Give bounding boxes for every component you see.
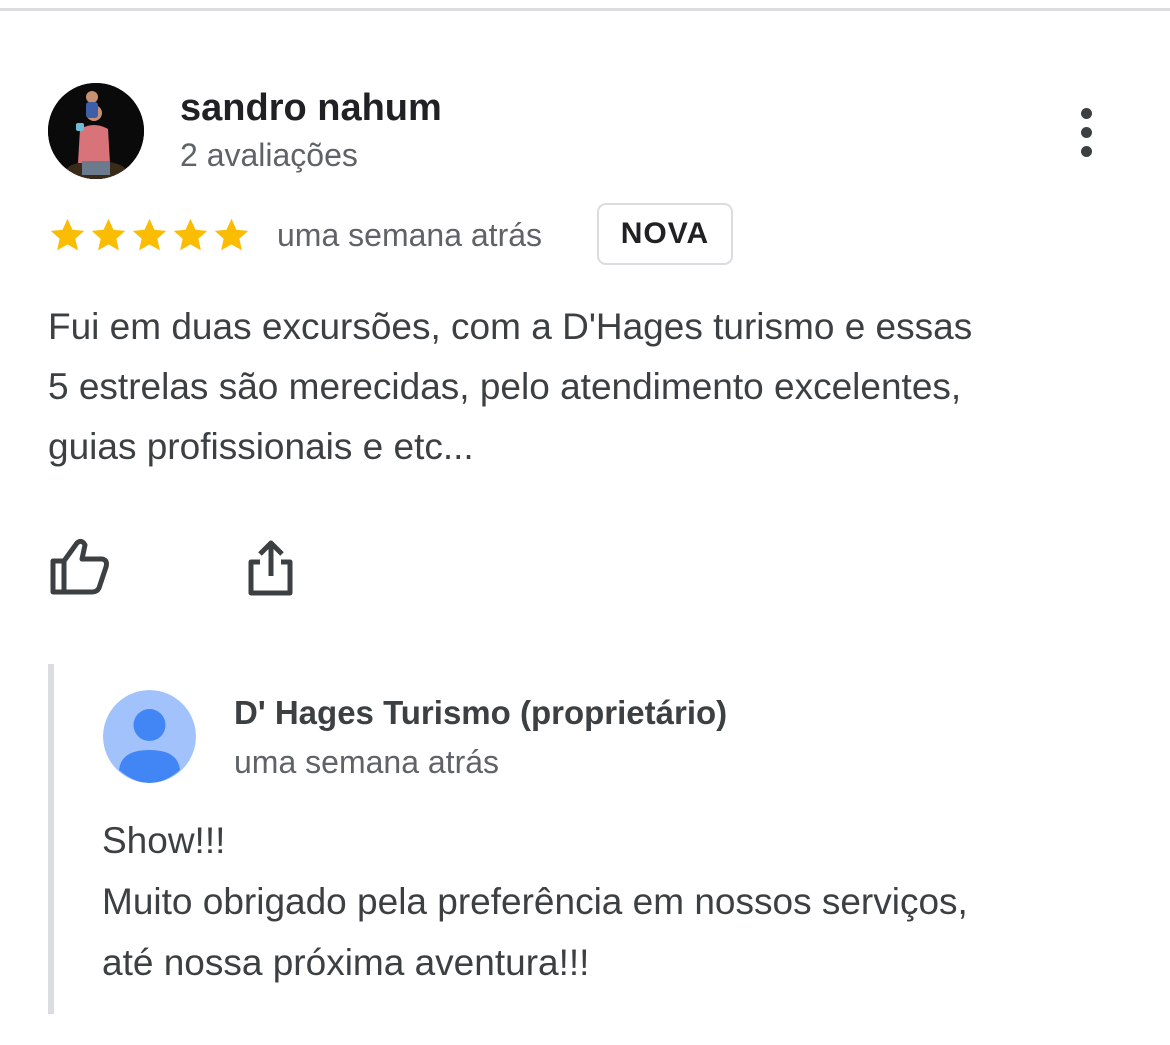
owner-reply-text: Show!!! Muito obrigado pela preferência … [102,810,1152,993]
star-icon [173,218,208,251]
reviewer-name[interactable]: sandro nahum [180,86,442,130]
owner-reply-date: uma semana atrás [234,744,500,780]
more-options-button[interactable] [1060,100,1112,164]
star-icon [214,218,249,251]
new-badge: NOVA [597,203,733,265]
star-icon [91,218,126,251]
review-text-line: 5 estrelas são merecidas, pelo atendimen… [48,366,962,407]
star-icon [50,218,85,251]
reviewer-review-count[interactable]: 2 avaliações [180,135,358,175]
review-text-line: Fui em duas excursões, com a D'Hages tur… [48,306,973,347]
star-icon [132,218,167,251]
reviewer-avatar[interactable] [48,83,144,179]
review-text-line: guias profissionais e etc... [48,426,474,467]
top-divider [0,8,1170,11]
reply-indent-bar [48,664,54,1014]
default-person-icon [103,690,196,783]
share-button[interactable] [238,536,304,602]
more-vert-icon [1080,107,1092,119]
owner-name[interactable]: D' Hages Turismo (proprietário) [234,693,727,733]
owner-reply-line: Muito obrigado pela preferência em nosso… [102,881,968,922]
star-rating [47,212,252,258]
share-icon [248,540,293,596]
owner-reply-line: até nossa próxima aventura!!! [102,942,590,983]
reviewer-photo [48,83,144,179]
like-button[interactable] [44,534,116,600]
review-date: uma semana atrás [277,217,543,253]
owner-reply-line: Show!!! [102,820,226,861]
review-text: Fui em duas excursões, com a D'Hages tur… [48,297,1138,477]
more-vert-icon-dot [1080,145,1092,157]
more-vert-icon-dot [1080,126,1092,138]
thumb-up-icon [50,538,109,595]
owner-avatar[interactable] [103,690,196,783]
